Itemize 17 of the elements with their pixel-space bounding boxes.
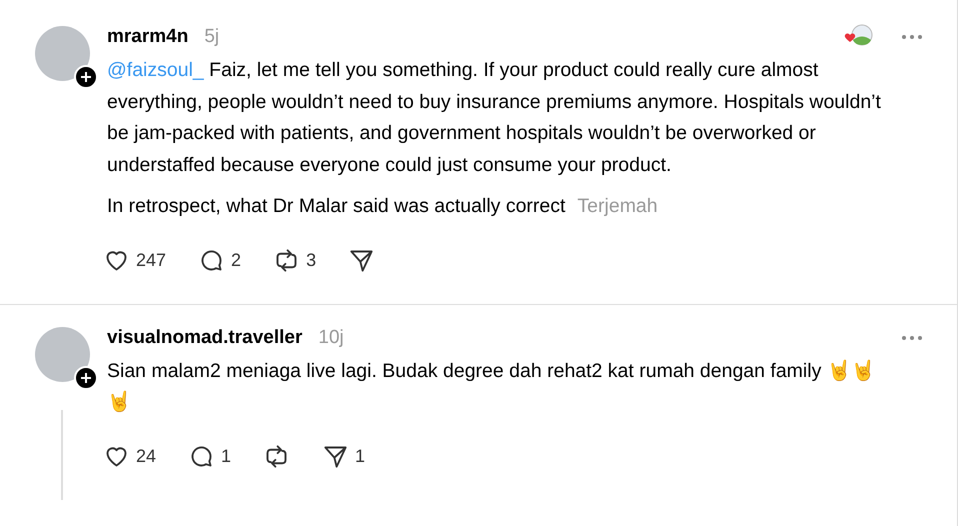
like-button[interactable]: 24 xyxy=(103,442,156,470)
more-options-icon[interactable] xyxy=(901,34,923,40)
username[interactable]: mrarm4n xyxy=(107,26,188,48)
post-time: 5j xyxy=(204,26,220,48)
more-options-icon[interactable] xyxy=(901,334,923,340)
post-time: 10j xyxy=(318,326,344,348)
like-button[interactable]: 247 xyxy=(103,246,166,274)
reply-button[interactable]: 1 xyxy=(188,442,232,470)
post-text: Sian malam2 meniaga live lagi. Budak degree dah rehat2 kat rumah dengan family 🤘🤘🤘 xyxy=(107,358,876,415)
follow-plus-icon[interactable] xyxy=(74,366,98,390)
repost-button[interactable]: 3 xyxy=(273,246,316,274)
share-button[interactable]: 1 xyxy=(322,442,366,470)
post-text: @faizsoul_ Faiz, let me tell you something. If your product could really cure almost everything, people wouldn’t need to buy insurance premiums anymore. Hospitals wouldn’t be jam-packed with patients, and government hospitals wouldn’t be overworked or understaffed because everyone could just consume your product. xyxy=(107,58,882,178)
reply-button[interactable]: 2 xyxy=(198,246,242,274)
follow-plus-icon[interactable] xyxy=(74,65,98,89)
post-text: In retrospect, what Dr Malar said was actually correct Terjemah xyxy=(107,194,659,219)
username[interactable]: visualnomad.traveller xyxy=(107,326,302,348)
